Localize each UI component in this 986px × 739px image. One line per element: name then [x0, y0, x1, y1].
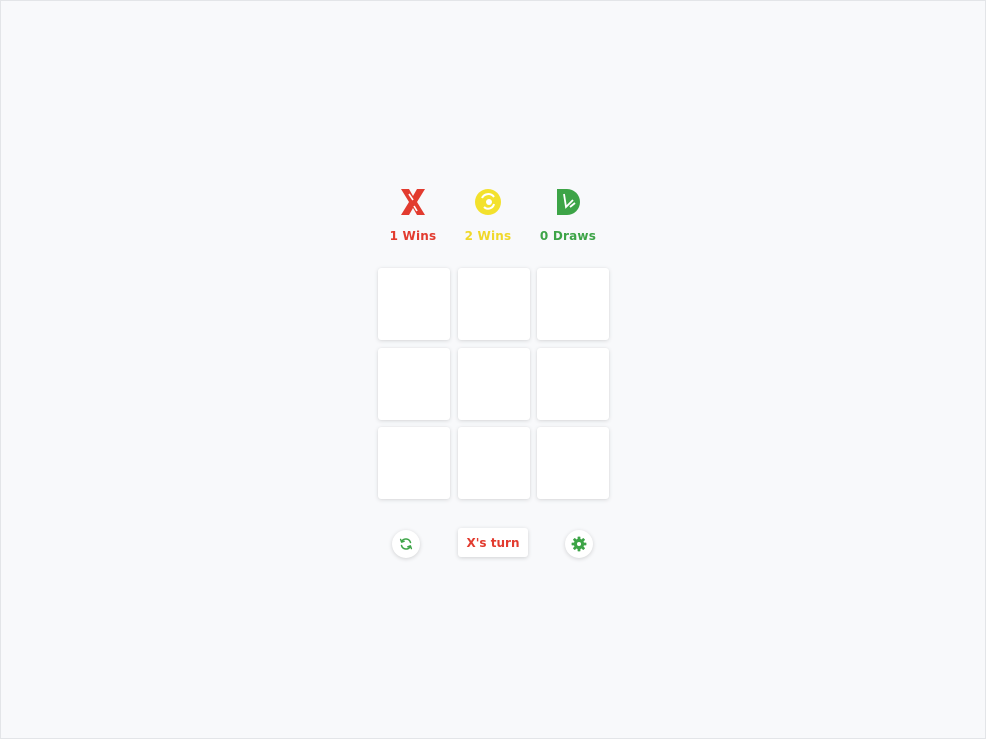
score-o: 2 Wins	[448, 187, 528, 243]
score-draws-label: 0 Draws	[539, 229, 597, 243]
score-o-label: 2 Wins	[464, 229, 512, 243]
board-cell-8[interactable]	[458, 427, 530, 499]
board-cell-7[interactable]	[378, 427, 450, 499]
settings-button[interactable]	[565, 530, 593, 558]
reset-button[interactable]	[392, 530, 420, 558]
board-cell-5[interactable]	[458, 348, 530, 420]
turn-indicator: X's turn	[458, 528, 528, 557]
refresh-icon	[399, 538, 413, 550]
board-cell-6[interactable]	[537, 348, 609, 420]
score-draws: 0 Draws	[528, 187, 608, 243]
board-cell-3[interactable]	[537, 268, 609, 340]
board-cell-2[interactable]	[458, 268, 530, 340]
board-cell-1[interactable]	[378, 268, 450, 340]
x-player-icon	[401, 189, 425, 215]
game-controls: X's turn	[377, 528, 609, 560]
board-cell-9[interactable]	[537, 427, 609, 499]
tic-tac-toe-app: 1 Wins 2 Wins 0 Draws X's turn	[1, 1, 985, 738]
board-cell-4[interactable]	[378, 348, 450, 420]
score-x: 1 Wins	[373, 187, 453, 243]
scoreboard: 1 Wins 2 Wins 0 Draws	[377, 187, 609, 247]
game-board	[378, 268, 610, 500]
o-player-icon	[475, 189, 501, 215]
gear-icon	[571, 536, 587, 552]
score-x-label: 1 Wins	[389, 229, 437, 243]
draw-icon	[557, 189, 580, 215]
